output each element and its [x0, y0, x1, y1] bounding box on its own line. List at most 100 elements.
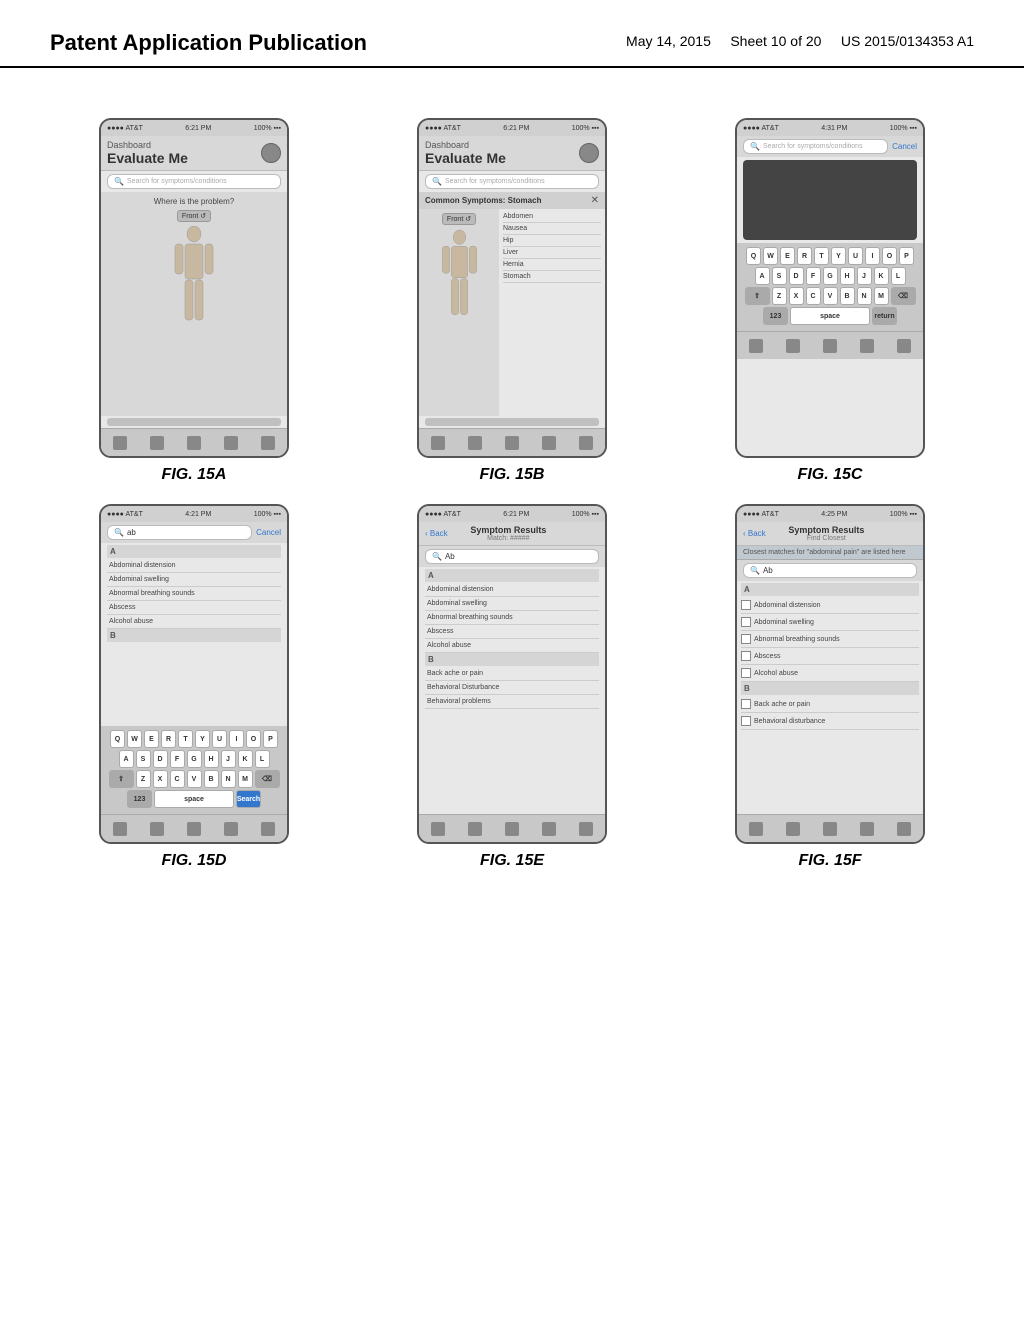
- key-w[interactable]: W: [763, 247, 778, 265]
- key-a[interactable]: A: [755, 267, 770, 285]
- list-alcohol-15e[interactable]: Alcohol abuse: [425, 639, 599, 653]
- checkbox-abscess[interactable]: [741, 651, 751, 661]
- symptom-stomach[interactable]: Stomach: [503, 271, 601, 283]
- symptom-liver[interactable]: Liver: [503, 247, 601, 259]
- key-123-d[interactable]: 123: [127, 790, 152, 808]
- list-abscess-15e[interactable]: Abscess: [425, 625, 599, 639]
- list-abd-dist-15e[interactable]: Abdominal distension: [425, 583, 599, 597]
- key-s[interactable]: S: [772, 267, 787, 285]
- back-btn-15f[interactable]: ‹ Back: [743, 529, 766, 538]
- key-i[interactable]: I: [865, 247, 880, 265]
- key-o-d[interactable]: O: [246, 730, 261, 748]
- key-g-d[interactable]: G: [187, 750, 202, 768]
- key-q[interactable]: Q: [746, 247, 761, 265]
- key-e-d[interactable]: E: [144, 730, 159, 748]
- key-p-d[interactable]: P: [263, 730, 278, 748]
- list-back-15e[interactable]: Back ache or pain: [425, 667, 599, 681]
- key-shift-d[interactable]: ⇧: [109, 770, 134, 788]
- key-n[interactable]: N: [857, 287, 872, 305]
- key-j-d[interactable]: J: [221, 750, 236, 768]
- key-j[interactable]: J: [857, 267, 872, 285]
- key-g[interactable]: G: [823, 267, 838, 285]
- key-s-d[interactable]: S: [136, 750, 151, 768]
- checkbox-abd-dist[interactable]: [741, 600, 751, 610]
- key-f-d[interactable]: F: [170, 750, 185, 768]
- list-item-abd-dist-15d[interactable]: Abdominal distension: [107, 559, 281, 573]
- key-d-d[interactable]: D: [153, 750, 168, 768]
- key-delete[interactable]: ⌫: [891, 287, 916, 305]
- symptom-hip[interactable]: Hip: [503, 235, 601, 247]
- key-d[interactable]: D: [789, 267, 804, 285]
- cb-abn-breath-15f[interactable]: Abnormal breathing sounds: [741, 631, 919, 648]
- checkbox-back[interactable]: [741, 699, 751, 709]
- close-btn-15b[interactable]: ✕: [591, 195, 599, 206]
- key-m[interactable]: M: [874, 287, 889, 305]
- key-shift[interactable]: ⇧: [745, 287, 770, 305]
- key-z-d[interactable]: Z: [136, 770, 151, 788]
- key-w-d[interactable]: W: [127, 730, 142, 748]
- key-m-d[interactable]: M: [238, 770, 253, 788]
- search-input-15e[interactable]: 🔍 Ab: [425, 549, 599, 564]
- key-y-d[interactable]: Y: [195, 730, 210, 748]
- key-x-d[interactable]: X: [153, 770, 168, 788]
- key-y[interactable]: Y: [831, 247, 846, 265]
- key-c[interactable]: C: [806, 287, 821, 305]
- cb-alcohol-15f[interactable]: Alcohol abuse: [741, 665, 919, 682]
- cancel-btn-15c[interactable]: Cancel: [892, 142, 917, 151]
- key-k-d[interactable]: K: [238, 750, 253, 768]
- list-abd-swell-15e[interactable]: Abdominal swelling: [425, 597, 599, 611]
- key-v-d[interactable]: V: [187, 770, 202, 788]
- checkbox-behav[interactable]: [741, 716, 751, 726]
- key-r-d[interactable]: R: [161, 730, 176, 748]
- symptom-nausea[interactable]: Nausea: [503, 223, 601, 235]
- key-h-d[interactable]: H: [204, 750, 219, 768]
- key-p[interactable]: P: [899, 247, 914, 265]
- key-return[interactable]: return: [872, 307, 897, 325]
- key-f[interactable]: F: [806, 267, 821, 285]
- key-h[interactable]: H: [840, 267, 855, 285]
- key-v[interactable]: V: [823, 287, 838, 305]
- cb-abscess-15f[interactable]: Abscess: [741, 648, 919, 665]
- key-t-d[interactable]: T: [178, 730, 193, 748]
- key-space[interactable]: space: [790, 307, 870, 325]
- cb-abd-dist-15f[interactable]: Abdominal distension: [741, 597, 919, 614]
- cb-back-15f[interactable]: Back ache or pain: [741, 696, 919, 713]
- checkbox-abn-breath[interactable]: [741, 634, 751, 644]
- list-item-abscess-15d[interactable]: Abscess: [107, 601, 281, 615]
- search-input-15f[interactable]: 🔍 Ab: [743, 563, 917, 578]
- key-u-d[interactable]: U: [212, 730, 227, 748]
- symptom-hernia[interactable]: Hernia: [503, 259, 601, 271]
- cb-abd-swell-15f[interactable]: Abdominal swelling: [741, 614, 919, 631]
- key-del-d[interactable]: ⌫: [255, 770, 280, 788]
- key-l[interactable]: L: [891, 267, 906, 285]
- list-behav-dist-15e[interactable]: Behavioral Disturbance: [425, 681, 599, 695]
- key-k[interactable]: K: [874, 267, 889, 285]
- cancel-btn-15d[interactable]: Cancel: [256, 528, 281, 537]
- key-b[interactable]: B: [840, 287, 855, 305]
- search-input-15c[interactable]: 🔍 Search for symptoms/conditions: [743, 139, 888, 154]
- key-n-d[interactable]: N: [221, 770, 236, 788]
- key-z[interactable]: Z: [772, 287, 787, 305]
- list-item-abd-swell-15d[interactable]: Abdominal swelling: [107, 573, 281, 587]
- key-c-d[interactable]: C: [170, 770, 185, 788]
- key-r[interactable]: R: [797, 247, 812, 265]
- checkbox-abd-swell[interactable]: [741, 617, 751, 627]
- key-t[interactable]: T: [814, 247, 829, 265]
- key-e[interactable]: E: [780, 247, 795, 265]
- key-q-d[interactable]: Q: [110, 730, 125, 748]
- key-u[interactable]: U: [848, 247, 863, 265]
- key-search-d[interactable]: Search: [236, 790, 261, 808]
- key-x[interactable]: X: [789, 287, 804, 305]
- key-i-d[interactable]: I: [229, 730, 244, 748]
- search-bar-15b[interactable]: 🔍 Search for symptoms/conditions: [425, 174, 599, 189]
- list-item-abn-breath-15d[interactable]: Abnormal breathing sounds: [107, 587, 281, 601]
- key-o[interactable]: O: [882, 247, 897, 265]
- search-bar-15a[interactable]: 🔍 Search for symptoms/conditions: [107, 174, 281, 189]
- back-btn-15e[interactable]: ‹ Back: [425, 529, 448, 538]
- cb-behav-15f[interactable]: Behavioral disturbance: [741, 713, 919, 730]
- list-item-alcohol-15d[interactable]: Alcohol abuse: [107, 615, 281, 629]
- key-b-d[interactable]: B: [204, 770, 219, 788]
- key-a-d[interactable]: A: [119, 750, 134, 768]
- list-abn-breath-15e[interactable]: Abnormal breathing sounds: [425, 611, 599, 625]
- key-l-d[interactable]: L: [255, 750, 270, 768]
